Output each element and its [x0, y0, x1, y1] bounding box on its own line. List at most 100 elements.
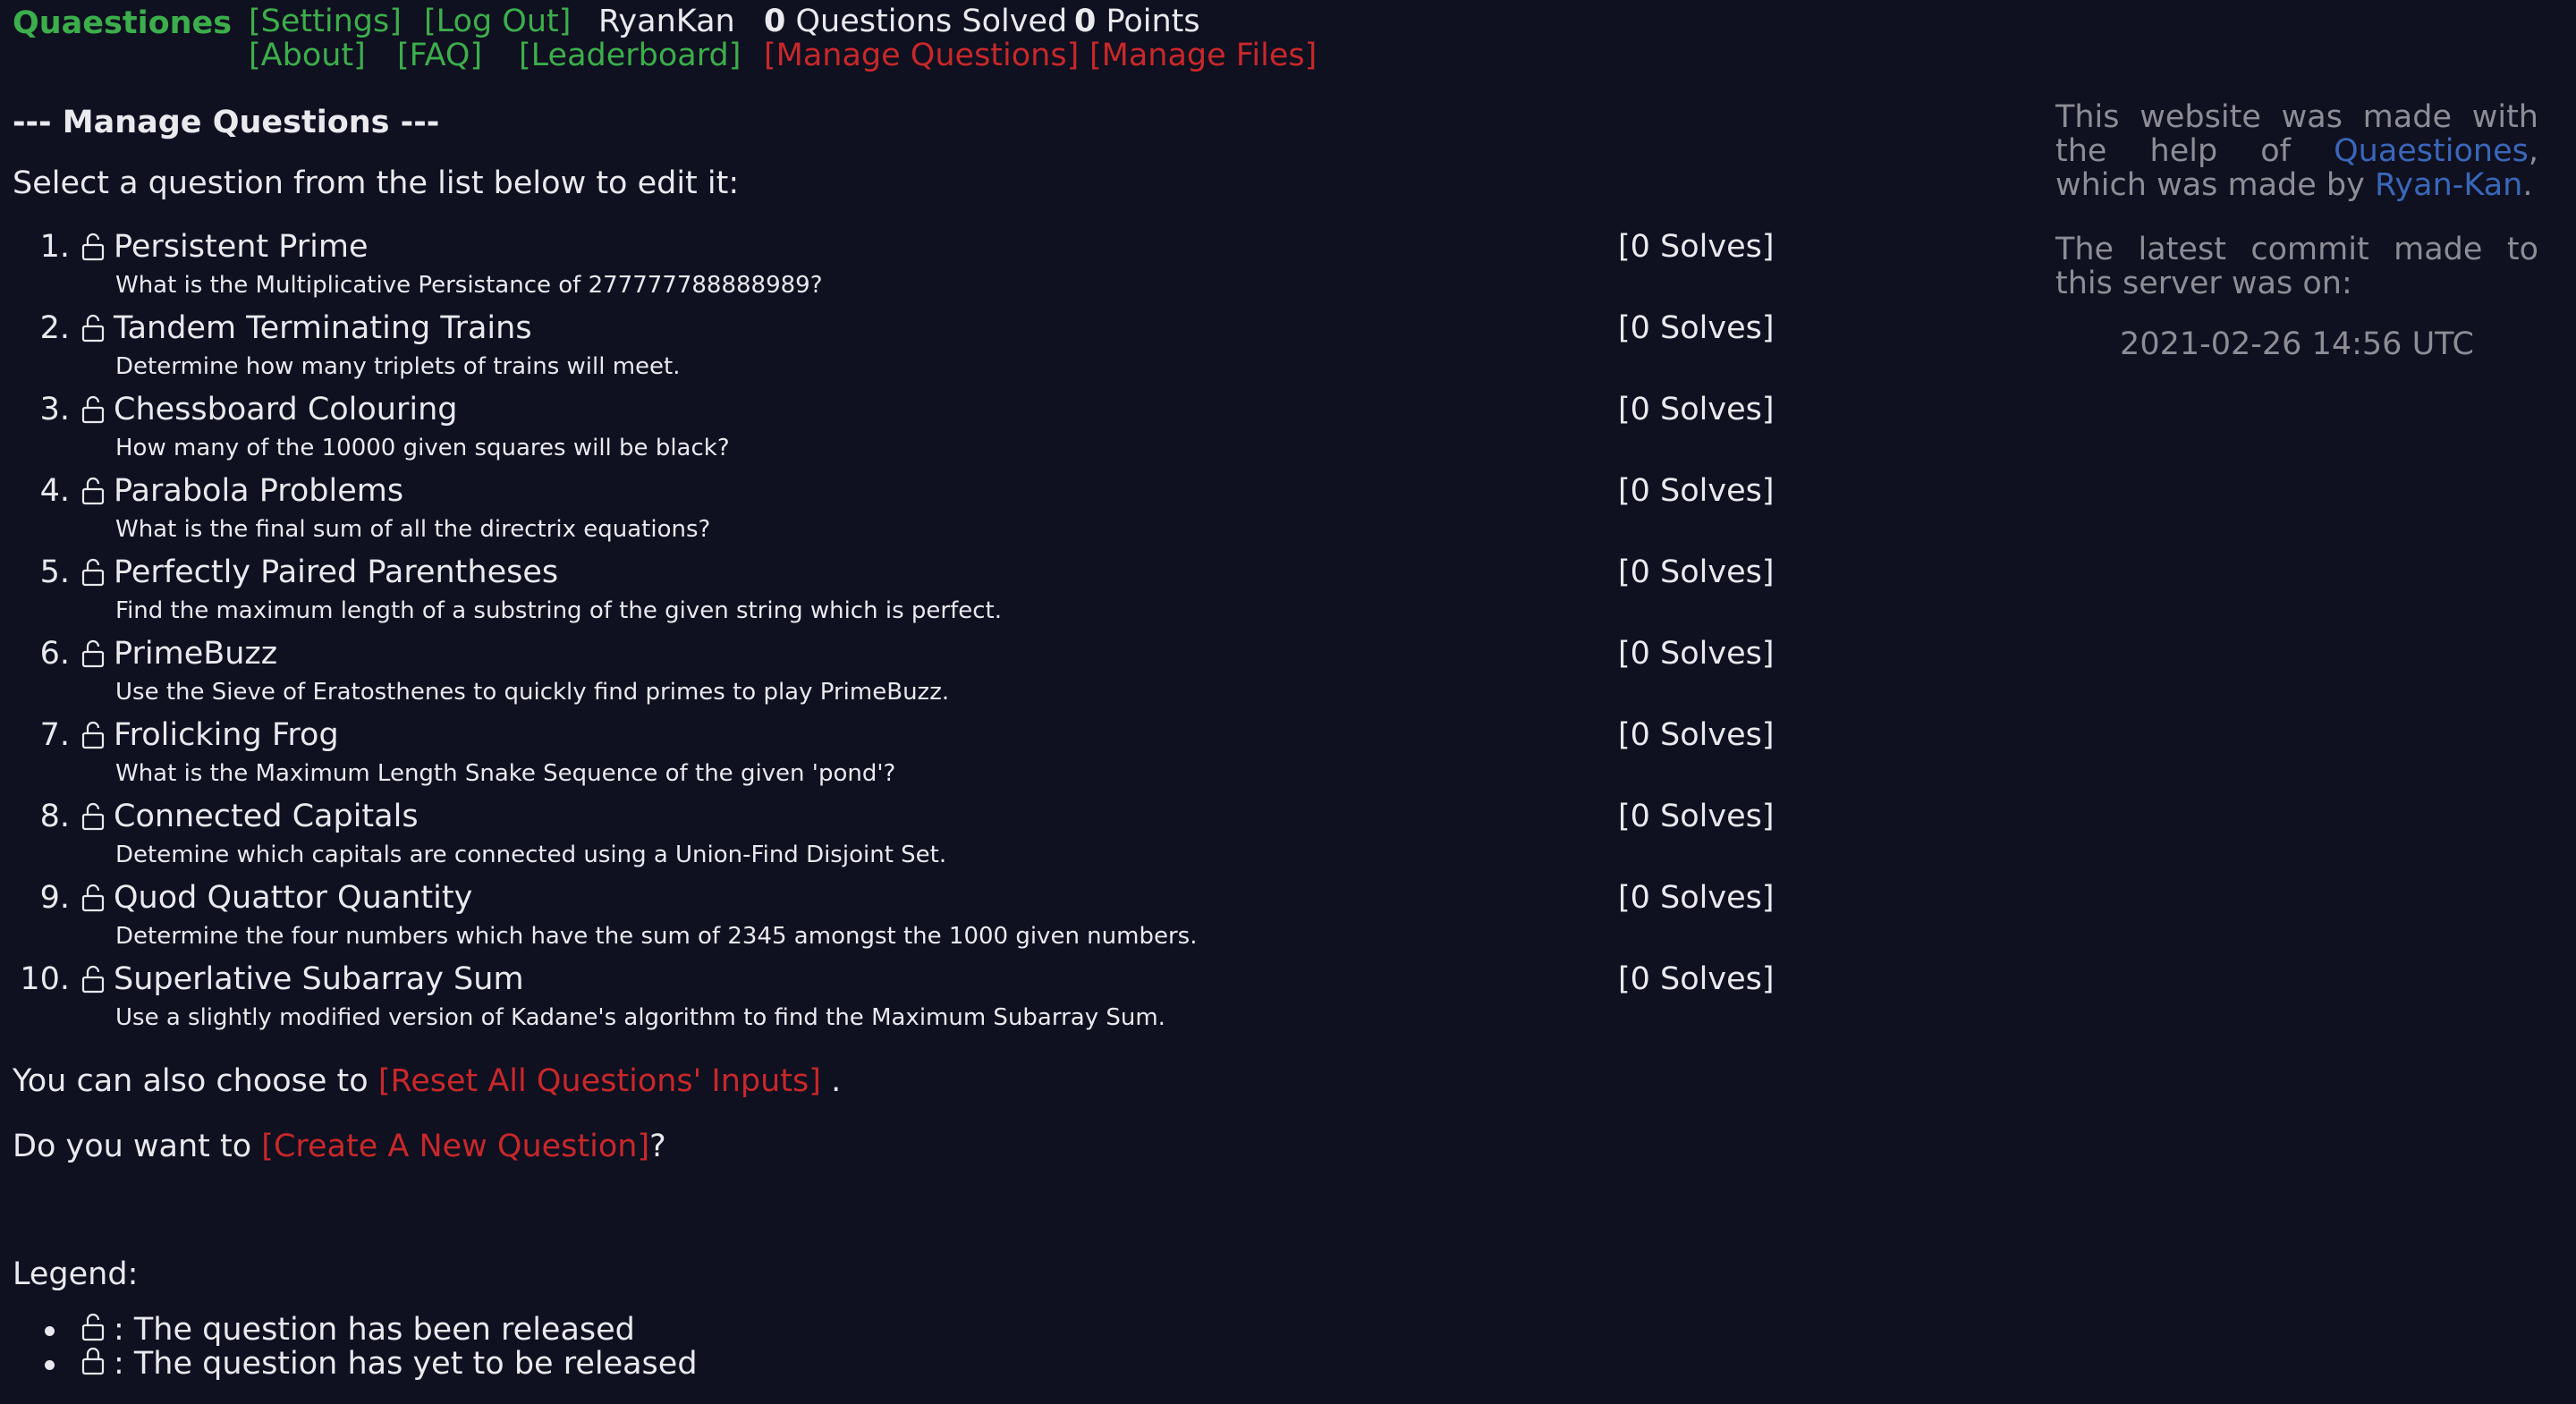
question-item[interactable]: 7. Frolicking Frog What is the Maximum Len…	[13, 712, 1775, 793]
solves-count: [0 Solves]	[1618, 310, 1775, 346]
create-question-link[interactable]: [Create A New Question]	[261, 1129, 649, 1164]
question-item[interactable]: 1. Persistent Prime What is the Multiplica…	[13, 224, 1775, 305]
question-description: Determine the four numbers which have th…	[115, 923, 1198, 950]
commit-date: 2021-02-26 14:56 UTC	[2120, 326, 2474, 362]
legend-list: : The question has been released : The q…	[13, 1313, 698, 1381]
unlocked-icon	[81, 233, 105, 261]
question-number: 8.	[39, 799, 70, 834]
about-link[interactable]: [About]	[249, 38, 366, 72]
question-description: What is the Multiplicative Persistance o…	[115, 272, 823, 299]
reset-line: You can also choose to [Reset All Questi…	[13, 1059, 841, 1104]
solves-count: [0 Solves]	[1618, 717, 1775, 753]
manage-questions-link[interactable]: [Manage Questions]	[764, 38, 1079, 72]
reset-inputs-link[interactable]: [Reset All Questions' Inputs]	[378, 1063, 821, 1099]
question-description: What is the Maximum Length Snake Sequenc…	[115, 760, 896, 787]
leaderboard-link[interactable]: [Leaderboard]	[519, 38, 741, 72]
question-title-link[interactable]: Perfectly Paired Parentheses	[114, 549, 558, 596]
legend-item-unreleased: : The question has yet to be released	[13, 1347, 698, 1381]
question-item[interactable]: 2. Tandem Terminating Trains Determine how…	[13, 305, 1775, 386]
question-description: Detemine which capitals are connected us…	[115, 842, 947, 868]
legend-title: Legend:	[13, 1256, 139, 1292]
questions-solved: 0 Questions Solved	[764, 4, 1067, 38]
solved-label: Questions Solved	[785, 4, 1068, 39]
question-number: 2.	[39, 310, 70, 346]
question-item[interactable]: 6. PrimeBuzz Use the Sieve of Eratosthenes…	[13, 630, 1775, 712]
question-title-link[interactable]: Chessboard Colouring	[114, 386, 458, 433]
unlocked-icon	[81, 802, 105, 831]
faq-link[interactable]: [FAQ]	[397, 38, 482, 72]
question-title-link[interactable]: Tandem Terminating Trains	[114, 305, 532, 351]
create-suffix: ?	[649, 1129, 666, 1164]
question-item[interactable]: 5. Perfectly Paired Parentheses Find the m…	[13, 549, 1775, 630]
unlocked-icon	[81, 314, 105, 343]
solves-count: [0 Solves]	[1618, 554, 1775, 590]
solves-count: [0 Solves]	[1618, 392, 1775, 427]
question-description: Find the maximum length of a substring o…	[115, 597, 1002, 624]
question-number: 5.	[39, 554, 70, 590]
question-description: How many of the 10000 given squares will…	[115, 435, 730, 461]
points-count: 0	[1074, 4, 1097, 39]
settings-link[interactable]: [Settings]	[249, 4, 402, 38]
main-content: --- Manage Questions --- Select a questi…	[13, 100, 1775, 1037]
question-number: 3.	[39, 392, 70, 427]
quaestiones-link[interactable]: Quaestiones	[2334, 133, 2529, 169]
question-list: 1. Persistent Prime What is the Multiplica…	[13, 224, 1775, 1037]
solves-count: [0 Solves]	[1618, 961, 1775, 997]
question-number: 10.	[20, 961, 70, 997]
unlocked-icon	[81, 721, 105, 749]
question-title-link[interactable]: Quod Quattor Quantity	[114, 875, 472, 921]
question-title-link[interactable]: PrimeBuzz	[114, 630, 277, 677]
manage-files-link[interactable]: [Manage Files]	[1089, 38, 1317, 72]
create-prefix: Do you want to	[13, 1129, 262, 1164]
question-title-link[interactable]: Frolicking Frog	[114, 712, 339, 758]
author-link[interactable]: Ryan-Kan	[2375, 167, 2522, 203]
question-description: Determine how many triplets of trains wi…	[115, 353, 681, 380]
logout-link[interactable]: [Log Out]	[424, 4, 571, 38]
legend-text: : The question has been released	[114, 1312, 635, 1348]
question-title-link[interactable]: Parabola Problems	[114, 468, 403, 514]
points-label: Points	[1096, 4, 1200, 39]
points: 0 Points	[1074, 4, 1200, 38]
create-line: Do you want to [Create A New Question]?	[13, 1124, 666, 1169]
solves-count: [0 Solves]	[1618, 229, 1775, 265]
unlocked-icon	[81, 395, 105, 424]
unlocked-icon	[81, 558, 105, 587]
question-description: Use a slightly modified version of Kadan…	[115, 1004, 1165, 1031]
reset-suffix: .	[820, 1063, 842, 1099]
solves-count: [0 Solves]	[1618, 799, 1775, 834]
question-item[interactable]: 9. Quod Quattor Quantity Determine the fou…	[13, 875, 1775, 956]
nav-row-2: [About] [FAQ] [Leaderboard] [Manage Ques…	[0, 38, 1342, 74]
unlocked-icon	[81, 477, 105, 505]
question-title-link[interactable]: Persistent Prime	[114, 224, 369, 270]
unlocked-icon	[81, 965, 105, 994]
question-number: 6.	[39, 636, 70, 672]
question-title-link[interactable]: Superlative Subarray Sum	[114, 956, 524, 1002]
solves-count: [0 Solves]	[1618, 880, 1775, 916]
site-info-panel: This website was made with the help of Q…	[2055, 100, 2538, 392]
nav-row-1: [Settings] [Log Out] RyanKan 0 Questions…	[0, 4, 1342, 40]
legend-text: : The question has yet to be released	[114, 1346, 698, 1382]
reset-prefix: You can also choose to	[13, 1063, 378, 1099]
question-number: 1.	[39, 229, 70, 265]
question-item[interactable]: 10. Superlative Subarray Sum Use a slightl…	[13, 956, 1774, 1037]
legend-item-released: : The question has been released	[13, 1313, 698, 1347]
made-with-text: This website was made with the help of Q…	[2055, 100, 2538, 202]
question-item[interactable]: 3. Chessboard Colouring How many of the 10…	[13, 386, 1775, 468]
solves-count: [0 Solves]	[1618, 473, 1775, 509]
bullet	[45, 1326, 55, 1336]
intro-text: Select a question from the list below to…	[13, 165, 740, 201]
question-description: Use the Sieve of Eratosthenes to quickly…	[115, 679, 950, 706]
latest-commit-text: The latest commit made to this server wa…	[2055, 232, 2538, 301]
lock-icon	[81, 1347, 105, 1375]
unlocked-icon	[81, 1313, 105, 1341]
question-title-link[interactable]: Connected Capitals	[114, 793, 419, 840]
question-number: 9.	[39, 880, 70, 916]
question-item[interactable]: 4. Parabola Problems What is the final sum…	[13, 468, 1775, 549]
unlocked-icon	[81, 884, 105, 912]
question-item[interactable]: 8. Connected Capitals Detemine which capit…	[13, 793, 1775, 875]
made-with-suffix: .	[2522, 167, 2533, 203]
unlocked-icon	[81, 639, 105, 668]
username: RyanKan	[598, 4, 735, 39]
bullet	[45, 1360, 55, 1370]
question-number: 7.	[39, 717, 70, 753]
